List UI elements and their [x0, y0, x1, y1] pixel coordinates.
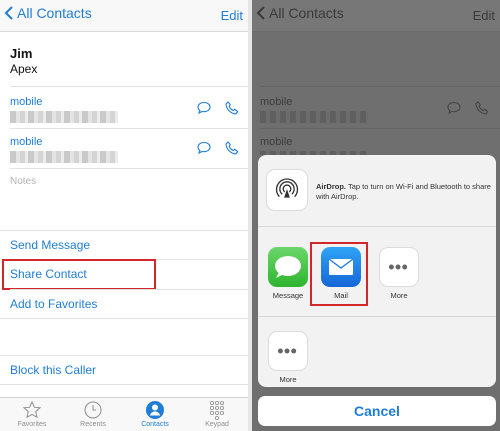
keypad-icon — [210, 400, 224, 420]
phone-label: mobile — [10, 136, 43, 148]
divider — [0, 318, 248, 319]
share-sheet-screen: All Contacts Edit mobile mobile AirDrop.… — [252, 0, 500, 431]
airdrop-description: AirDrop. Tap to turn on Wi-Fi and Blueto… — [316, 182, 492, 202]
edit-button[interactable]: Edit — [221, 8, 243, 23]
phone-number-redacted — [260, 111, 368, 123]
phone-label: mobile — [260, 136, 293, 148]
message-icon — [268, 247, 308, 287]
airdrop-title: AirDrop. — [316, 182, 346, 191]
more-icon — [268, 331, 308, 371]
back-button[interactable]: All Contacts — [4, 5, 92, 21]
divider — [10, 168, 248, 169]
divider — [0, 384, 248, 385]
nav-bar: All Contacts Edit — [0, 0, 248, 32]
message-bubble-icon[interactable] — [196, 100, 212, 116]
tab-label: Recents — [80, 421, 106, 428]
share-action-more[interactable]: More — [266, 331, 310, 384]
mail-highlight — [310, 242, 368, 306]
divider — [0, 355, 248, 356]
divider — [0, 230, 248, 231]
share-sheet: AirDrop. Tap to turn on Wi-Fi and Blueto… — [258, 155, 496, 387]
tab-label: Contacts — [141, 421, 169, 428]
phone-number-redacted[interactable] — [10, 111, 118, 123]
tab-bar: Favorites Recents Contacts Keypad — [0, 397, 248, 431]
block-caller-button[interactable]: Block this Caller — [10, 363, 96, 377]
share-apps-row: Message Mail More — [258, 227, 496, 317]
message-bubble-icon — [447, 101, 461, 115]
notes-field[interactable]: Notes — [10, 176, 36, 187]
app-label: More — [390, 291, 408, 300]
person-icon — [146, 401, 164, 419]
tab-recents[interactable]: Recents — [63, 400, 123, 428]
back-button: All Contacts — [256, 5, 344, 21]
airdrop-row: AirDrop. Tap to turn on Wi-Fi and Blueto… — [258, 155, 496, 227]
app-label: Message — [272, 291, 304, 300]
divider — [10, 289, 248, 290]
clock-icon — [84, 401, 102, 419]
chevron-left-icon — [256, 6, 265, 20]
add-to-favorites-button[interactable]: Add to Favorites — [10, 297, 97, 311]
contact-company: Apex — [10, 62, 38, 76]
share-app-message[interactable]: Message — [266, 247, 310, 300]
share-actions-row: More — [258, 317, 496, 387]
divider — [260, 86, 500, 87]
tab-label: Favorites — [17, 421, 47, 428]
phone-icon — [475, 101, 489, 115]
star-icon — [22, 400, 42, 419]
tab-keypad[interactable]: Keypad — [187, 400, 247, 428]
tab-contacts[interactable]: Contacts — [125, 400, 185, 428]
contact-detail-screen: All Contacts Edit Jim Apex mobile mobile… — [0, 0, 248, 431]
back-label: All Contacts — [269, 5, 344, 21]
tab-label: Keypad — [205, 421, 229, 428]
edit-button: Edit — [472, 8, 495, 23]
divider — [260, 128, 500, 129]
share-contact-highlight — [2, 259, 156, 290]
phone-icon[interactable] — [224, 100, 240, 116]
phone-number-redacted[interactable] — [10, 151, 118, 163]
divider — [10, 128, 248, 129]
share-app-more[interactable]: More — [377, 247, 421, 300]
send-message-button[interactable]: Send Message — [10, 238, 90, 252]
contact-name: Jim — [10, 46, 33, 61]
phone-label: mobile — [10, 96, 43, 108]
phone-icon[interactable] — [224, 140, 240, 156]
cancel-button[interactable]: Cancel — [258, 396, 496, 426]
tab-favorites[interactable]: Favorites — [2, 400, 62, 428]
message-bubble-icon[interactable] — [196, 140, 212, 156]
phone-label: mobile — [260, 96, 293, 108]
back-label: All Contacts — [17, 5, 92, 21]
divider — [10, 86, 248, 87]
nav-bar-dimmed: All Contacts Edit — [252, 0, 500, 32]
chevron-left-icon — [4, 6, 13, 20]
airdrop-icon[interactable] — [266, 169, 308, 211]
action-label: More — [279, 375, 297, 384]
more-icon — [379, 247, 419, 287]
